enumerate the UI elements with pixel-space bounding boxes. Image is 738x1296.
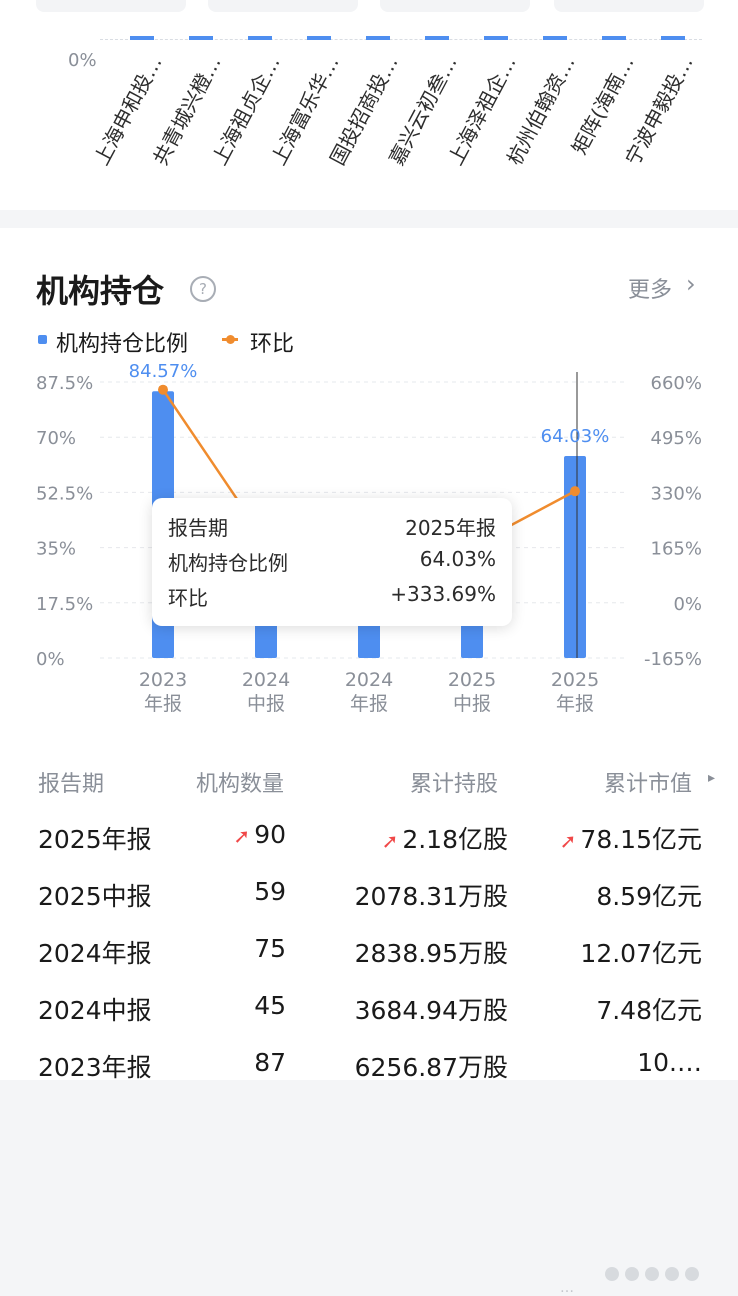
right-axis-tick-label: 660%	[651, 373, 702, 394]
caret-right-icon[interactable]: ▸	[708, 770, 715, 786]
right-axis-tick-label: 165%	[651, 539, 702, 560]
x-axis-category-label: 2024	[242, 669, 290, 691]
bar-data-label: 64.03%	[541, 426, 610, 447]
x-axis-category-label: 2024	[345, 669, 393, 691]
cell-value: 12.07亿元	[580, 939, 702, 968]
cell-value: 10.…	[637, 1048, 702, 1077]
qoq-line-point	[158, 384, 168, 395]
tooltip-value: 64.03%	[419, 547, 496, 571]
top-chart-bar[interactable]	[602, 36, 626, 40]
cell-period: 2024年报	[38, 939, 152, 968]
cell-count: 87	[254, 1048, 286, 1077]
table-header-shares: 累计持股	[410, 772, 499, 797]
right-axis-tick-label: 495%	[651, 428, 702, 449]
red-up-arrow-icon: ➚	[559, 829, 577, 853]
cell-shares: 6256.87万股	[354, 1053, 508, 1082]
x-axis-category-label: 2023	[139, 669, 187, 691]
bar-data-label: 84.57%	[129, 361, 198, 382]
tooltip-key: 机构持仓比例	[168, 551, 288, 575]
watermark: …	[560, 1280, 574, 1296]
x-axis-category-label: 2025	[448, 669, 496, 691]
cell-value: ➚ 78.15亿元	[559, 825, 702, 854]
top-chart-bar[interactable]	[366, 36, 390, 40]
top-chart-bar[interactable]	[425, 36, 449, 40]
cell-period: 2025年报	[38, 825, 152, 854]
left-axis-tick-label: 52.5%	[36, 483, 93, 504]
x-axis-category-label: 年报	[556, 693, 594, 715]
table-header-value[interactable]: 累计市值	[604, 766, 692, 798]
top-card-tab-stub	[208, 0, 358, 12]
tooltip-value: +333.69%	[390, 582, 496, 606]
tooltip-row-qoq: 环比 +333.69%	[168, 582, 496, 612]
tooltip-row-ratio: 机构持仓比例 64.03%	[168, 547, 496, 577]
top-holders-chart-card: 0% 上海申和投… 共青城兴橙… 上海祖贞企… 上海富乐华… 国投招商投… 嘉兴云初叁… 上…	[0, 0, 738, 210]
cell-shares: ➚ 2.18亿股	[381, 825, 508, 854]
chart-tooltip: 报告期 2025年报 机构持仓比例 64.03% 环比 +333.69%	[152, 498, 512, 626]
top-chart-bar[interactable]	[307, 36, 331, 40]
right-axis-tick-label: 0%	[673, 594, 702, 615]
left-axis-tick-label: 35%	[36, 539, 76, 560]
x-axis-category-label: 年报	[350, 693, 388, 715]
tooltip-key: 报告期	[168, 516, 228, 540]
top-card-tab-stub	[554, 0, 704, 12]
red-up-arrow-icon: ➚	[233, 824, 251, 848]
cell-shares: 2838.95万股	[354, 939, 508, 968]
x-axis-category-label: 2025	[551, 669, 599, 691]
tooltip-row-period: 报告期 2025年报	[168, 512, 496, 542]
watermark-dots	[605, 1266, 705, 1285]
x-axis-category-label: 中报	[453, 693, 491, 715]
top-card-tab-stub	[36, 0, 186, 12]
tooltip-value: 2025年报	[405, 516, 496, 540]
cell-period: 2023年报	[38, 1053, 152, 1082]
top-chart-bar[interactable]	[130, 36, 154, 40]
table-header-count: 机构数量	[196, 772, 285, 797]
cell-shares: 2078.31万股	[354, 882, 508, 911]
top-chart-bar[interactable]	[248, 36, 272, 40]
x-axis-category-label: 年报	[144, 693, 182, 715]
institutional-holdings-card: 机构持仓 ? 更多 › 机构持仓比例 环比 87.5% 70% 52.5% 35% 17…	[0, 228, 738, 1296]
red-up-arrow-icon: ➚	[381, 829, 399, 853]
qoq-line-point	[570, 486, 580, 497]
top-chart-bar[interactable]	[189, 36, 213, 40]
cell-count: ➚ 90	[233, 820, 286, 849]
cell-value: 7.48亿元	[596, 996, 702, 1025]
right-axis-tick-label: -165%	[644, 649, 702, 670]
left-axis-tick-label: 0%	[36, 649, 65, 670]
tooltip-key: 环比	[168, 586, 208, 610]
top-chart-bar[interactable]	[661, 36, 685, 40]
cell-count: 75	[254, 934, 286, 963]
top-chart-y-label: 0%	[68, 50, 97, 71]
cell-count: 59	[254, 877, 286, 906]
top-chart-bar[interactable]	[543, 36, 567, 40]
top-chart-bar[interactable]	[484, 36, 508, 40]
cell-shares: 3684.94万股	[354, 996, 508, 1025]
table-header-period: 报告期	[38, 772, 105, 797]
cell-count: 45	[254, 991, 286, 1020]
cell-period: 2024中报	[38, 996, 152, 1025]
left-axis-tick-label: 87.5%	[36, 373, 93, 394]
holdings-combo-chart[interactable]: 87.5% 70% 52.5% 35% 17.5% 0% 660% 495% 330% 165% 0…	[0, 228, 738, 728]
left-axis-tick-label: 17.5%	[36, 594, 93, 615]
top-card-tab-stub	[380, 0, 530, 12]
right-axis-tick-label: 330%	[651, 483, 702, 504]
left-axis-tick-label: 70%	[36, 428, 76, 449]
cell-period: 2025中报	[38, 882, 152, 911]
x-axis-category-label: 中报	[247, 693, 285, 715]
cell-value: 8.59亿元	[596, 882, 702, 911]
